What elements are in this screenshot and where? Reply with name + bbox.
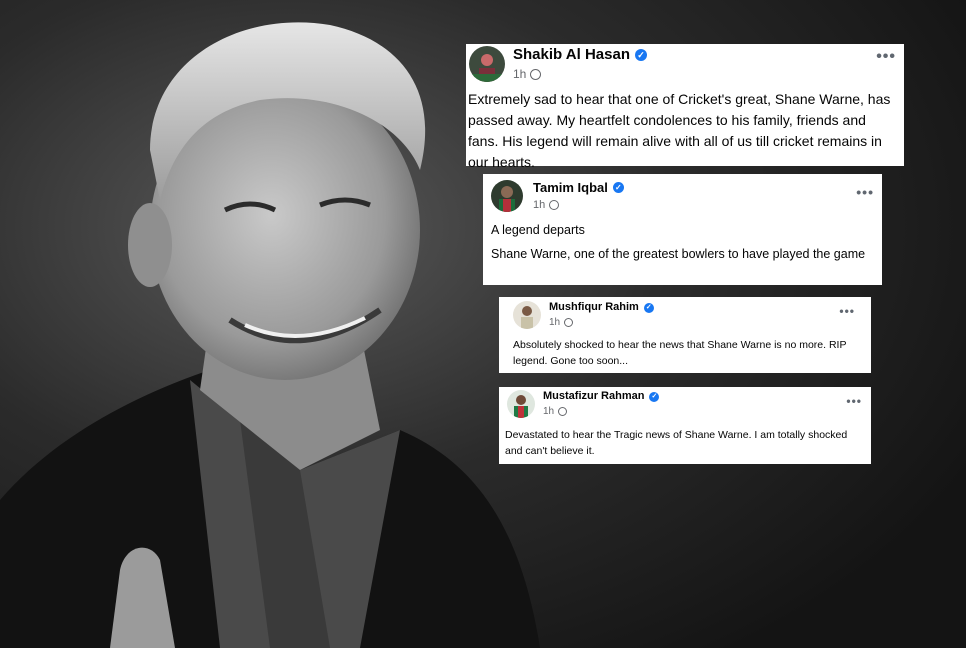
more-options-icon[interactable]: •••	[856, 184, 874, 200]
globe-icon	[549, 200, 560, 210]
verified-badge-icon: ✓	[634, 48, 647, 61]
post-meta: Shakib Al Hasan ✓ 1h	[513, 46, 647, 81]
post-time[interactable]: 1h	[549, 317, 560, 328]
author-name[interactable]: Shakib Al Hasan	[513, 46, 630, 63]
avatar[interactable]	[507, 390, 535, 418]
post-header: Mushfiqur Rahim ✓ 1h	[499, 297, 871, 329]
post-text: Devastated to hear the Tragic news of Sh…	[505, 429, 848, 457]
avatar[interactable]	[491, 180, 523, 212]
avatar[interactable]	[469, 46, 505, 82]
post-time[interactable]: 1h	[513, 67, 526, 81]
author-name[interactable]: Tamim Iqbal	[533, 180, 608, 195]
post-text: Extremely sad to hear that one of Cricke…	[468, 91, 891, 170]
post-time[interactable]: 1h	[543, 406, 554, 417]
post-time[interactable]: 1h	[533, 199, 545, 211]
post-meta: Mustafizur Rahman ✓ 1h	[543, 390, 660, 417]
post-header: Tamim Iqbal ✓ 1h	[483, 174, 882, 212]
more-options-icon[interactable]: •••	[846, 394, 862, 408]
facebook-post-mushfiqur: Mushfiqur Rahim ✓ 1h ••• Absolutely shoc…	[499, 297, 871, 373]
facebook-post-tamim: Tamim Iqbal ✓ 1h ••• A legend departs Sh…	[483, 174, 882, 285]
verified-badge-icon: ✓	[612, 182, 624, 193]
author-name[interactable]: Mushfiqur Rahim	[549, 301, 639, 314]
facebook-post-mustafizur: Mustafizur Rahman ✓ 1h ••• Devastated to…	[499, 387, 871, 464]
author-name[interactable]: Mustafizur Rahman	[543, 390, 644, 403]
post-header: Mustafizur Rahman ✓ 1h	[499, 387, 871, 418]
facebook-post-shakib: Shakib Al Hasan ✓ 1h ••• Extremely sad t…	[466, 44, 904, 170]
post-meta: Tamim Iqbal ✓ 1h	[533, 180, 624, 211]
post-text-line: Shane Warne, one of the greatest bowlers…	[491, 247, 866, 261]
verified-badge-icon: ✓	[643, 302, 654, 313]
post-meta: Mushfiqur Rahim ✓ 1h	[549, 301, 654, 328]
more-options-icon[interactable]: •••	[876, 48, 896, 66]
post-text: Absolutely shocked to hear the news that…	[513, 339, 847, 367]
post-header: Shakib Al Hasan ✓ 1h	[466, 44, 904, 82]
globe-icon	[558, 407, 568, 416]
globe-icon	[530, 68, 542, 80]
more-options-icon[interactable]: •••	[839, 304, 855, 318]
avatar[interactable]	[513, 301, 541, 329]
post-text-line: A legend departs	[491, 223, 585, 237]
verified-badge-icon: ✓	[649, 391, 660, 402]
globe-icon	[564, 318, 574, 327]
